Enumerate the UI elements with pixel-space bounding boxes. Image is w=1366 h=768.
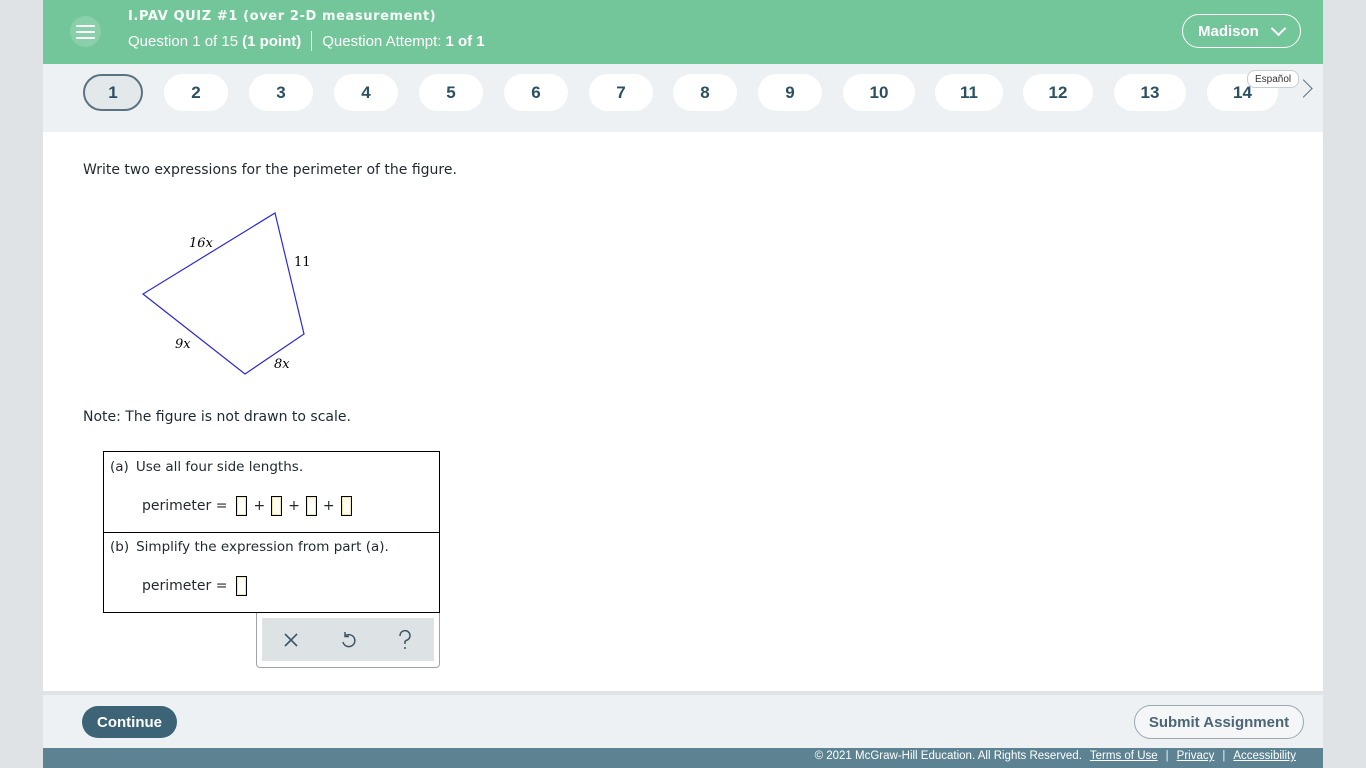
plus-sign: +: [253, 498, 266, 514]
question-nav-13[interactable]: 13: [1114, 74, 1186, 111]
footer-actions: Continue Submit Assignment: [43, 695, 1323, 748]
answer-blank-a2[interactable]: [271, 496, 283, 516]
part-a-instruction: Use all four side lengths.: [135, 459, 304, 475]
quadrilateral-svg: 16x 11 9x 8x: [141, 212, 311, 375]
part-b-label: (b) Simplify the expression from part (a)…: [110, 539, 389, 555]
part-a-label: (a) Use all four side lengths.: [110, 459, 303, 475]
answer-toolbar-inner: [262, 618, 434, 661]
user-name: Madison: [1198, 22, 1259, 40]
quiz-title: I.PAV QUIZ #1 (over 2-D measurement): [128, 9, 437, 24]
answer-blank-a4[interactable]: [340, 496, 352, 516]
attempt-value: 1 of 1: [445, 32, 485, 50]
legal-links: © 2021 McGraw-Hill Education. All Rights…: [815, 750, 1296, 762]
plus-sign: +: [322, 498, 335, 514]
plus-sign: +: [288, 498, 300, 514]
answer-blank-a1[interactable]: [236, 496, 248, 516]
question-nav-2[interactable]: 2: [164, 74, 228, 111]
scale-note: Note: The figure is not drawn to scale.: [83, 409, 351, 425]
attempt-label: Question Attempt:: [322, 32, 442, 50]
answer-toolbar: [256, 613, 440, 668]
part-a: (a) Use all four side lengths. perimeter …: [104, 452, 439, 533]
privacy-link[interactable]: Privacy: [1177, 750, 1215, 762]
question-nav-12[interactable]: 12: [1023, 74, 1093, 111]
header-divider: [311, 31, 313, 51]
accessibility-link[interactable]: Accessibility: [1233, 750, 1296, 762]
link-separator: |: [1165, 750, 1169, 762]
help-button[interactable]: [390, 625, 420, 655]
question-nav-4[interactable]: 4: [334, 74, 398, 111]
question-navigation: 1 2 3 4 5 6 7 8 9 10 11 12 13 14 Español: [43, 64, 1323, 132]
question-nav-6[interactable]: 6: [504, 74, 568, 111]
question-prompt: Write two expressions for the perimeter …: [83, 162, 457, 178]
chevron-right-icon[interactable]: [1297, 78, 1311, 96]
terms-of-use-link[interactable]: Terms of Use: [1090, 750, 1158, 762]
question-status: Question 1 of 15 (1 point) Question Atte…: [128, 31, 485, 51]
clear-button[interactable]: [276, 625, 306, 655]
answer-box: (a) Use all four side lengths. perimeter …: [103, 451, 440, 613]
top-header: I.PAV QUIZ #1 (over 2-D measurement) Que…: [43, 0, 1323, 64]
user-menu-button[interactable]: Madison: [1182, 14, 1301, 48]
question-nav-1[interactable]: 1: [83, 74, 143, 111]
continue-button[interactable]: Continue: [82, 706, 177, 738]
question-nav-11[interactable]: 11: [935, 74, 1003, 111]
quadrilateral-figure: 16x 11 9x 8x: [133, 200, 373, 390]
side-label-9x: 9x: [175, 337, 191, 352]
chevron-down-icon: [1270, 20, 1287, 37]
quadrilateral-shape: [141, 212, 305, 375]
question-counter: Question 1 of 15: [128, 32, 239, 50]
espanol-link[interactable]: Español: [1247, 70, 1300, 88]
undo-icon: [342, 631, 356, 647]
question-nav-8[interactable]: 8: [673, 74, 737, 111]
quiz-app: I.PAV QUIZ #1 (over 2-D measurement) Que…: [43, 0, 1323, 768]
legal-bar: © 2021 McGraw-Hill Education. All Rights…: [43, 748, 1323, 768]
question-points: (1 point): [242, 32, 302, 50]
question-nav-5[interactable]: 5: [419, 74, 483, 111]
perimeter-label-a: perimeter =: [142, 498, 228, 514]
close-icon: [284, 632, 298, 647]
part-b: (b) Simplify the expression from part (a)…: [104, 532, 439, 612]
hamburger-menu-icon[interactable]: [70, 16, 101, 47]
side-label-16x: 16x: [189, 236, 214, 251]
part-b-instruction: Simplify the expression from part (a).: [136, 539, 389, 555]
undo-button[interactable]: [333, 625, 363, 655]
question-nav-9[interactable]: 9: [758, 74, 822, 111]
question-nav-3[interactable]: 3: [249, 74, 313, 111]
part-a-equation: perimeter = + + +: [142, 496, 355, 516]
link-separator: |: [1222, 750, 1226, 762]
question-nav-7[interactable]: 7: [589, 74, 653, 111]
copyright-text: © 2021 McGraw-Hill Education. All Rights…: [814, 750, 1082, 762]
submit-assignment-button[interactable]: Submit Assignment: [1134, 705, 1304, 739]
part-a-letter: (a): [110, 459, 129, 475]
answer-blank-a3[interactable]: [305, 496, 317, 516]
perimeter-label-b: perimeter =: [142, 578, 228, 594]
part-b-equation: perimeter =: [142, 576, 250, 596]
side-label-8x: 8x: [274, 357, 290, 372]
side-label-11: 11: [294, 255, 311, 270]
answer-blank-b1[interactable]: [236, 576, 248, 596]
question-nav-10[interactable]: 10: [843, 74, 915, 111]
help-icon: [399, 629, 412, 649]
part-b-letter: (b): [110, 539, 130, 555]
